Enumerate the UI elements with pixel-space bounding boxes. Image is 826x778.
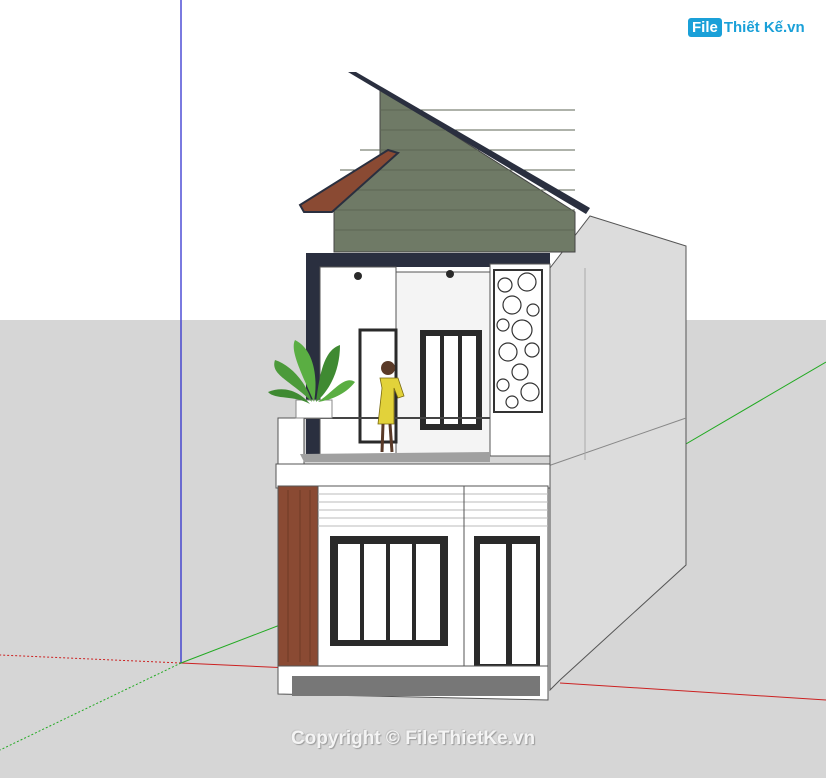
ground-floor-window[interactable] bbox=[330, 536, 448, 646]
logo-file-badge: File bbox=[688, 17, 722, 37]
side-wall[interactable] bbox=[549, 215, 687, 692]
floor-slab bbox=[275, 463, 551, 489]
garage-floor-shadow bbox=[292, 676, 540, 696]
site-logo: File Thiết Kế.vn bbox=[688, 14, 805, 40]
green-axis bbox=[180, 624, 281, 664]
model-scene[interactable] bbox=[0, 0, 826, 778]
upper-window[interactable] bbox=[420, 330, 482, 430]
planter-box bbox=[277, 417, 305, 465]
decorative-screen-panel bbox=[493, 269, 543, 413]
ceiling-light bbox=[446, 270, 454, 278]
wood-accent-column bbox=[277, 485, 319, 667]
copyright-watermark: Copyright © FileThietKe.vn bbox=[290, 728, 536, 749]
sketchup-viewport[interactable]: File Thiết Kế.vn Copyright © FileThietKe… bbox=[0, 0, 826, 778]
red-axis-dashed bbox=[0, 654, 182, 664]
red-axis-far bbox=[559, 682, 826, 701]
ceiling-light bbox=[354, 272, 362, 280]
red-axis bbox=[180, 662, 291, 669]
logo-name: Thiết Kế.vn bbox=[723, 18, 805, 36]
ground-floor-door[interactable] bbox=[474, 536, 540, 666]
